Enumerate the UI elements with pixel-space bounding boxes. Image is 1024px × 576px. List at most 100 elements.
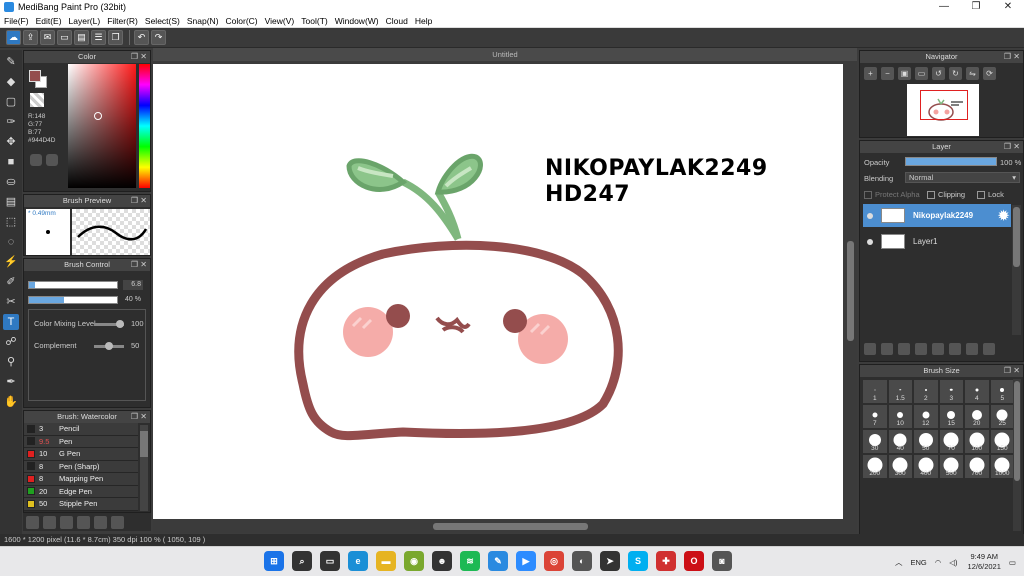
saturation-value-picker[interactable] [68, 64, 136, 188]
brush-size-option[interactable]: 700 [964, 454, 990, 479]
rect-select-tool-icon[interactable]: ▢ [3, 94, 19, 110]
lock-checkbox[interactable] [977, 190, 985, 199]
list-icon[interactable]: ☰ [91, 30, 106, 45]
gradient-tool-icon[interactable]: ▤ [3, 194, 19, 210]
new-layer-icon[interactable] [864, 343, 876, 355]
rotate-right-icon[interactable]: ↻ [949, 67, 962, 80]
open-icon[interactable]: ▭ [57, 30, 72, 45]
brush-size-option[interactable]: 40 [887, 429, 913, 454]
brush-size-option[interactable]: 1.5 [887, 379, 913, 404]
rotate-left-icon[interactable]: ↺ [932, 67, 945, 80]
app-icon-4[interactable]: ➤ [600, 551, 620, 571]
complement-slider[interactable] [94, 342, 124, 350]
color-wheel-icon[interactable] [46, 154, 58, 166]
brush-size-option[interactable]: 70 [938, 429, 964, 454]
new-8bit-layer-icon[interactable] [898, 343, 910, 355]
menu-view[interactable]: View(V) [265, 16, 295, 26]
brush-list-item[interactable]: 8 Pen (Sharp) [24, 460, 138, 473]
brush-settings-icon[interactable] [77, 515, 90, 529]
panel-controls[interactable]: ❐ ✕ [131, 195, 147, 207]
document-icon[interactable]: ▤ [74, 30, 89, 45]
volume-icon[interactable]: ◁) [949, 558, 957, 567]
text-tool-icon[interactable]: T [3, 314, 19, 330]
canvas-tab[interactable]: Untitled [153, 48, 857, 61]
menu-window[interactable]: Window(W) [335, 16, 379, 26]
edge-icon[interactable]: e [348, 551, 368, 571]
menu-tool[interactable]: Tool(T) [301, 16, 327, 26]
brush-list-scrollbar[interactable] [140, 425, 148, 511]
color-mixing-slider[interactable] [94, 320, 124, 328]
brush-folder-icon[interactable] [94, 515, 107, 529]
menu-edit[interactable]: Edit(E) [36, 16, 62, 26]
menu-help[interactable]: Help [415, 16, 432, 26]
panel-controls[interactable]: ❐ ✕ [1004, 141, 1020, 153]
palette-icon[interactable] [30, 154, 42, 166]
layer-list-scrollbar[interactable] [1012, 205, 1021, 335]
select-pen-tool-icon[interactable]: ✐ [3, 274, 19, 290]
wifi-icon[interactable]: ◠ [935, 558, 942, 567]
zoom-out-icon[interactable]: − [881, 67, 894, 80]
layer-opacity-slider[interactable] [905, 157, 997, 166]
brush-size-option[interactable]: 5 [989, 379, 1015, 404]
menu-filter[interactable]: Filter(R) [107, 16, 138, 26]
brush-size-option[interactable]: 300 [887, 454, 913, 479]
brush-size-scrollbar[interactable] [1013, 379, 1021, 531]
upload-icon[interactable]: ⇪ [23, 30, 38, 45]
brush-opacity-slider[interactable] [28, 296, 118, 304]
layer-item-layer1[interactable]: Layer1 [863, 230, 1011, 253]
brush-size-option[interactable]: 150 [989, 429, 1015, 454]
pen-sub-tool-icon[interactable]: ✒ [3, 374, 19, 390]
brush-size-option[interactable]: 3 [938, 379, 964, 404]
menu-snap[interactable]: Snap(N) [187, 16, 219, 26]
brush-size-option[interactable]: 100 [964, 429, 990, 454]
foreground-color-swatch[interactable] [29, 70, 41, 82]
operation-tool-icon[interactable]: ☍ [3, 334, 19, 350]
file-explorer-icon[interactable]: ▬ [376, 551, 396, 571]
save-brush-icon[interactable] [43, 515, 56, 529]
zoom-in-icon[interactable]: + [864, 67, 877, 80]
maximize-button[interactable]: ❐ [960, 0, 992, 14]
notification-icon[interactable]: ▭ [1009, 558, 1016, 567]
visibility-icon[interactable] [867, 238, 873, 245]
new-halftone-layer-icon[interactable] [881, 343, 893, 355]
camera-icon[interactable]: ◙ [712, 551, 732, 571]
brush-list-item[interactable]: 50 Stipple Pen [24, 498, 138, 511]
gear-icon[interactable]: ✹ [998, 208, 1009, 224]
brush-tool-icon[interactable]: ✎ [3, 54, 19, 70]
protect-alpha-checkbox[interactable] [864, 190, 872, 199]
canvas-vertical-scrollbar[interactable] [846, 61, 855, 519]
panel-controls[interactable]: ❐ ✕ [131, 259, 147, 271]
brush-size-option[interactable]: 30 [862, 429, 888, 454]
blending-select[interactable]: Normal ▾ [905, 172, 1020, 183]
brush-size-option[interactable]: 25 [989, 404, 1015, 429]
canvas-horizontal-scrollbar[interactable] [153, 522, 843, 531]
task-view-icon[interactable]: ▭ [320, 551, 340, 571]
app-icon-3[interactable]: ◐ [572, 551, 592, 571]
brush-size-option[interactable]: 12 [913, 404, 939, 429]
cloud-brush-icon[interactable] [26, 515, 39, 529]
copy-icon[interactable]: ❐ [108, 30, 123, 45]
brush-size-option[interactable]: 400 [913, 454, 939, 479]
skype-icon[interactable]: S [628, 551, 648, 571]
close-button[interactable]: ✕ [992, 0, 1024, 14]
select-tool-icon[interactable]: ⬚ [3, 214, 19, 230]
pen-tool-icon[interactable]: ✑ [3, 114, 19, 130]
select-eraser-tool-icon[interactable]: ✂ [3, 294, 19, 310]
layer-list-scroll-thumb[interactable] [1013, 207, 1020, 267]
add-brush-icon[interactable] [60, 515, 73, 529]
brush-size-option[interactable]: 500 [938, 454, 964, 479]
navigator-viewport-frame[interactable] [920, 90, 968, 120]
canvas-vscroll-thumb[interactable] [847, 241, 854, 341]
brush-list-item[interactable]: 3 Pencil [24, 423, 138, 436]
hue-slider[interactable] [139, 64, 150, 188]
undo-icon[interactable]: ↶ [134, 30, 149, 45]
opera-icon[interactable]: O [684, 551, 704, 571]
brush-list-item[interactable]: 8 Mapping Pen [24, 473, 138, 486]
transparent-color-swatch[interactable] [30, 93, 44, 107]
merge-layer-icon[interactable] [966, 343, 978, 355]
reset-icon[interactable]: ⟳ [983, 67, 996, 80]
eyedropper-tool-icon[interactable]: ⚲ [3, 354, 19, 370]
brush-list-scroll-thumb[interactable] [140, 431, 148, 457]
panel-controls[interactable]: ❐ ✕ [131, 51, 147, 63]
brush-size-option[interactable]: 10 [887, 404, 913, 429]
